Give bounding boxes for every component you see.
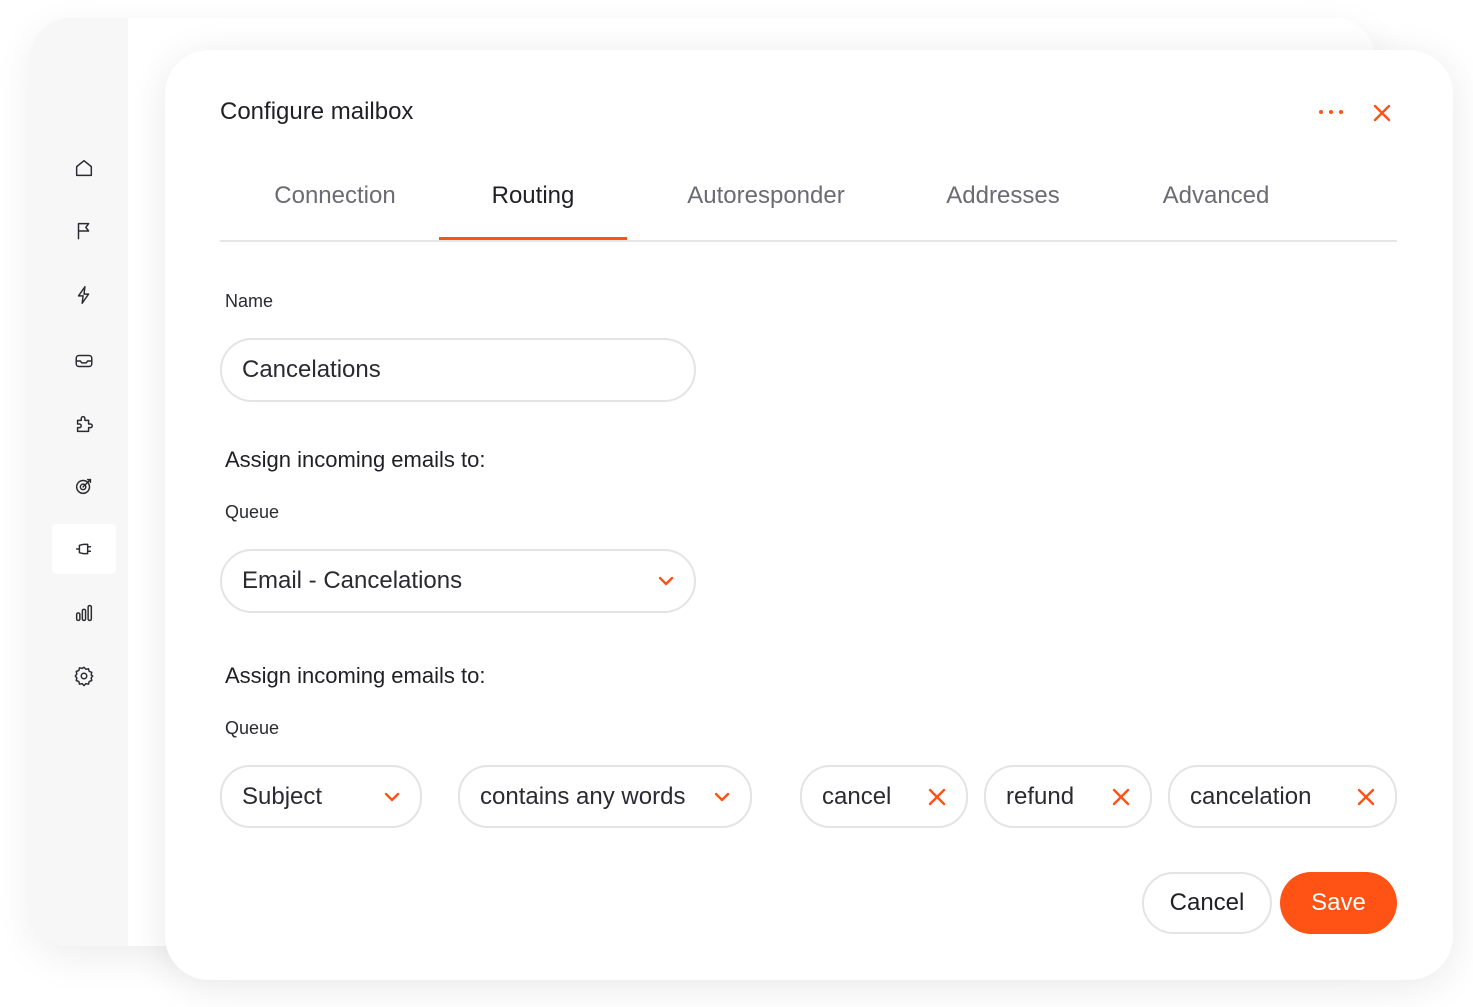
inbox-icon	[75, 354, 93, 368]
save-button[interactable]: Save	[1280, 872, 1397, 934]
assign-title-2: Assign incoming emails to:	[225, 663, 486, 688]
rule-operator-value: contains any words	[480, 782, 686, 810]
rule-field-select[interactable]: Subject	[220, 765, 422, 828]
sidebar-item-goals[interactable]	[52, 461, 116, 511]
tab-routing[interactable]: Routing	[439, 178, 627, 240]
remove-keyword-button[interactable]	[1112, 788, 1130, 806]
sidebar-item-settings[interactable]	[52, 651, 116, 701]
sidebar-item-inbox[interactable]	[52, 336, 116, 386]
sidebar-item-reports[interactable]	[52, 588, 116, 638]
chevron-down-icon	[658, 576, 674, 586]
modal-title: Configure mailbox	[220, 98, 414, 125]
tab-advanced[interactable]: Advanced	[1138, 178, 1294, 240]
sidebar-item-automation[interactable]	[52, 270, 116, 320]
close-icon	[1357, 788, 1375, 805]
name-label: Name	[225, 291, 274, 311]
home-icon	[75, 159, 93, 177]
keyword-chip: cancel	[800, 765, 968, 828]
queue-label-2: Queue	[225, 718, 280, 738]
sidebar	[30, 18, 128, 946]
name-input[interactable]	[242, 356, 674, 384]
more-options-button[interactable]	[1313, 100, 1349, 124]
tab-autoresponder[interactable]: Autoresponder	[660, 178, 872, 240]
bar-chart-icon	[75, 604, 93, 622]
tab-bar: Connection Routing Autoresponder Address…	[220, 178, 1397, 242]
lightning-icon	[77, 286, 90, 304]
sidebar-item-flag[interactable]	[52, 206, 116, 256]
queue-select[interactable]: Email - Cancelations	[220, 549, 696, 613]
keyword-chip: refund	[984, 765, 1152, 828]
remove-keyword-button[interactable]	[1357, 788, 1375, 806]
tab-connection[interactable]: Connection	[250, 178, 420, 240]
keyword-chip: cancelation	[1168, 765, 1397, 828]
settings-icon	[74, 666, 94, 687]
close-button[interactable]	[1367, 98, 1397, 128]
more-icon	[1319, 110, 1343, 114]
close-icon	[1112, 788, 1130, 805]
assign-title-1: Assign incoming emails to:	[225, 447, 486, 472]
active-tab-indicator	[439, 237, 627, 240]
keyword-chip-label: cancel	[822, 782, 892, 810]
sidebar-item-channels[interactable]	[52, 524, 116, 574]
close-icon	[1373, 104, 1391, 122]
target-icon	[75, 478, 92, 495]
queue-label-1: Queue	[225, 502, 280, 522]
rule-field-value: Subject	[242, 782, 323, 810]
puzzle-icon	[76, 415, 93, 433]
chevron-down-icon	[384, 792, 400, 801]
configure-mailbox-modal: Configure mailbox Connection Routing Aut…	[165, 50, 1453, 980]
plug-icon	[75, 543, 92, 555]
close-icon	[928, 788, 946, 805]
rule-operator-select[interactable]: contains any words	[458, 765, 752, 828]
remove-keyword-button[interactable]	[928, 788, 946, 806]
sidebar-item-integrations[interactable]	[52, 399, 116, 449]
flag-icon	[77, 222, 90, 240]
tab-addresses[interactable]: Addresses	[920, 178, 1086, 240]
chevron-down-icon	[714, 792, 730, 801]
queue-select-value: Email - Cancelations	[242, 567, 463, 594]
keyword-chip-label: cancelation	[1190, 782, 1312, 810]
keyword-chip-label: refund	[1006, 782, 1075, 810]
cancel-button[interactable]: Cancel	[1142, 872, 1272, 934]
name-field[interactable]	[220, 338, 696, 402]
sidebar-item-home[interactable]	[52, 143, 116, 193]
